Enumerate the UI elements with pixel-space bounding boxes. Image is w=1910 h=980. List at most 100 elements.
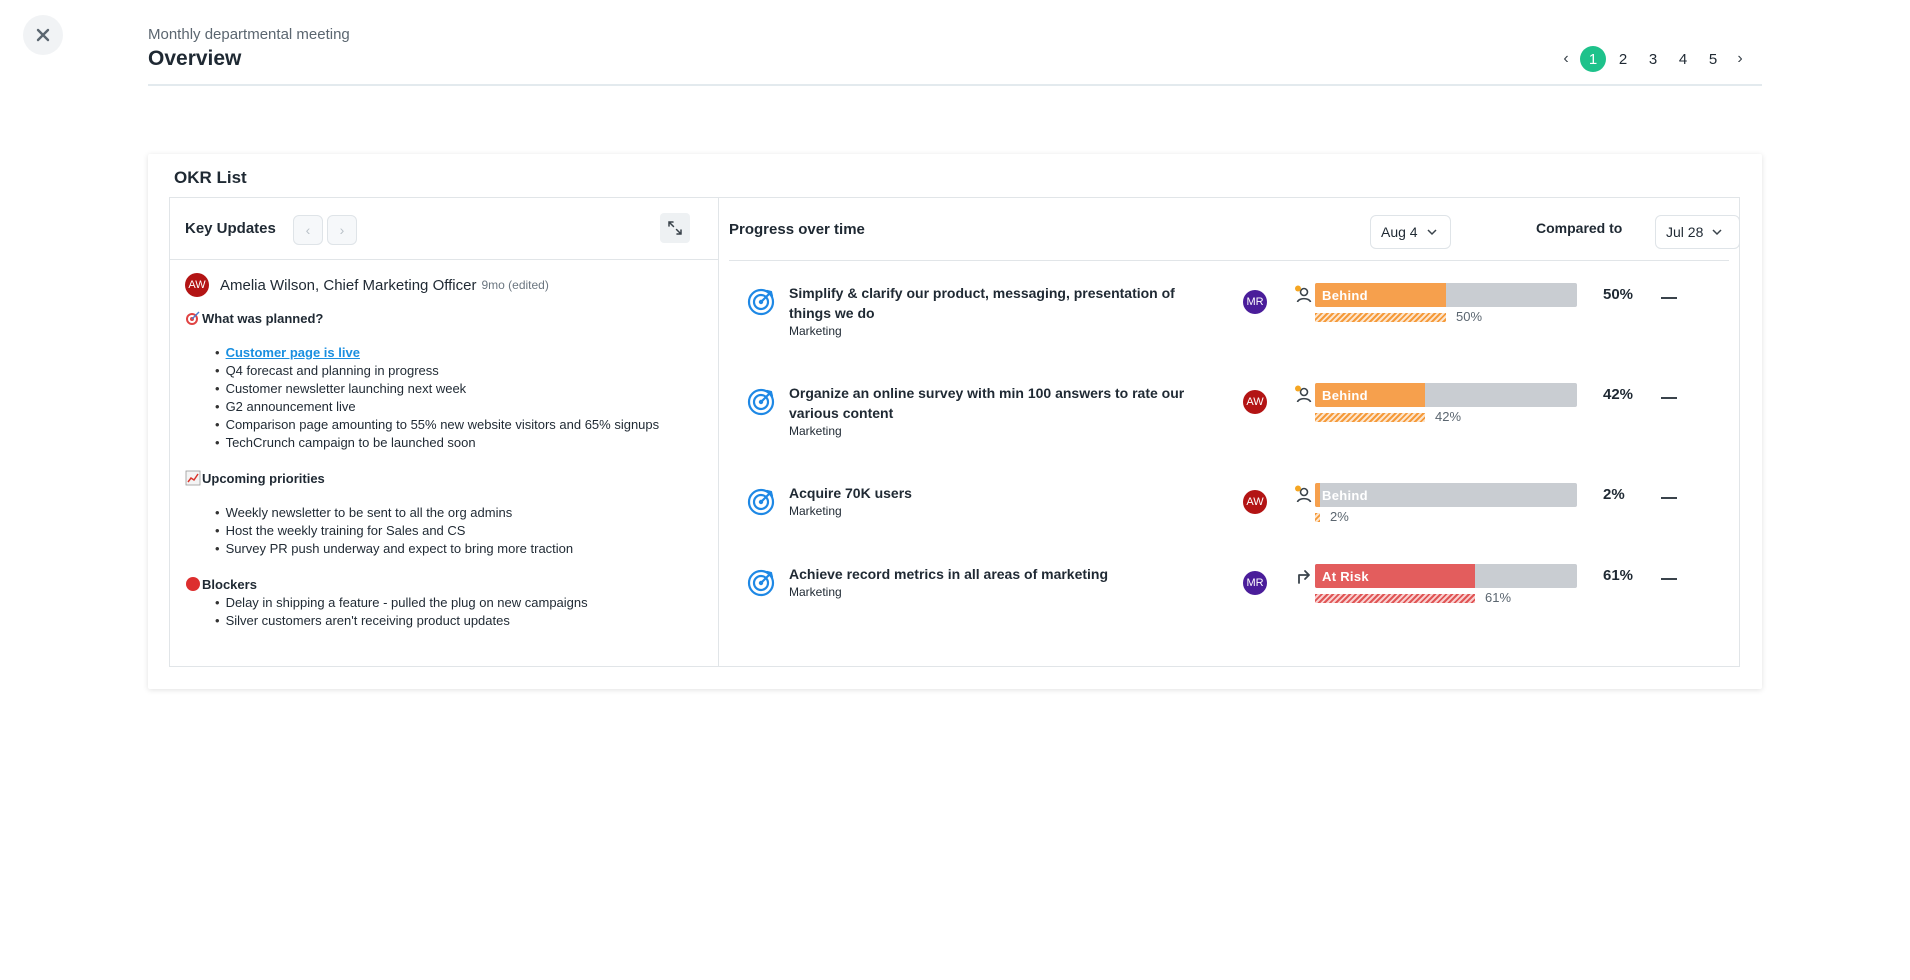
planned-list: Customer page is live Q4 forecast and pl… xyxy=(185,344,705,452)
compare-date-select[interactable]: Jul 28 xyxy=(1655,215,1740,249)
progress-value: 42% xyxy=(1603,386,1634,403)
previous-progress-value: 2% xyxy=(1330,509,1349,524)
status-badge: Behind xyxy=(1322,488,1368,503)
key-updates-next-button[interactable]: › xyxy=(327,215,357,245)
page-title: Overview xyxy=(148,47,242,70)
section-planned-title: What was planned? xyxy=(185,310,705,326)
progress-header: Progress over time Aug 4 Compared to Jul… xyxy=(729,198,1740,261)
pagination-page-3[interactable]: 3 xyxy=(1638,46,1668,72)
progress-fill xyxy=(1315,483,1320,507)
list-item: Survey PR push underway and expect to br… xyxy=(215,540,705,558)
okr-title[interactable]: Organize an online survey with min 100 a… xyxy=(789,383,1209,440)
key-update-body: AW Amelia Wilson, Chief Marketing Office… xyxy=(170,260,718,665)
okr-row[interactable]: Achieve record metrics in all areas of m… xyxy=(719,564,1739,624)
target-icon xyxy=(747,488,775,516)
pagination-page-5[interactable]: 5 xyxy=(1698,46,1728,72)
blockers-list: Delay in shipping a feature - pulled the… xyxy=(185,594,705,630)
target-icon xyxy=(747,288,775,316)
progress-track: Behind xyxy=(1315,283,1577,307)
page-header: Monthly departmental meeting Overview ‹ … xyxy=(148,26,1762,86)
progress-panel: Progress over time Aug 4 Compared to Jul… xyxy=(719,198,1740,666)
update-author: AW Amelia Wilson, Chief Marketing Office… xyxy=(185,273,549,297)
pagination-page-4[interactable]: 4 xyxy=(1668,46,1698,72)
customer-page-link[interactable]: Customer page is live xyxy=(226,345,360,360)
okr-row[interactable]: Acquire 70K users Marketing AW Behind 2% 2% xyxy=(719,483,1739,543)
update-content: What was planned? Customer page is live … xyxy=(185,310,705,630)
progress-label: Progress over time xyxy=(729,221,865,238)
previous-progress: 50% xyxy=(1315,309,1577,327)
chevron-down-icon xyxy=(1712,229,1722,236)
chevron-down-icon xyxy=(1427,229,1437,236)
previous-progress: 61% xyxy=(1315,590,1577,608)
change-indicator xyxy=(1661,578,1677,580)
progress-value: 61% xyxy=(1603,567,1634,584)
chart-up-emoji-icon xyxy=(185,470,201,486)
avatar: AW xyxy=(185,273,209,297)
change-indicator xyxy=(1661,497,1677,499)
update-time: 9mo (edited) xyxy=(481,278,549,292)
status-badge: At Risk xyxy=(1322,569,1369,584)
avatar: AW xyxy=(1243,390,1267,414)
target-icon xyxy=(747,569,775,597)
progress-value: 50% xyxy=(1603,286,1634,303)
compared-to-label: Compared to xyxy=(1536,220,1623,236)
pagination-page-1[interactable]: 1 xyxy=(1578,46,1608,72)
avatar: MR xyxy=(1243,290,1267,314)
list-item: G2 announcement live xyxy=(215,398,705,416)
okr-list-panel: Key Updates ‹ › AW Amelia Wilson, Chief … xyxy=(169,197,1740,667)
progress-bar: Behind 50% xyxy=(1315,283,1577,327)
close-button[interactable] xyxy=(23,15,63,55)
key-updates-prev-button[interactable]: ‹ xyxy=(293,215,323,245)
pagination-prev-button[interactable]: ‹ xyxy=(1554,46,1578,72)
okr-team: Marketing xyxy=(789,424,842,438)
status-badge: Behind xyxy=(1322,388,1368,403)
progress-track: At Risk xyxy=(1315,564,1577,588)
list-item: Customer newsletter launching next week xyxy=(215,380,705,398)
pagination-next-button[interactable]: › xyxy=(1728,46,1752,72)
avatar: MR xyxy=(1243,571,1267,595)
previous-progress-fill xyxy=(1315,594,1475,603)
previous-progress-fill xyxy=(1315,413,1425,422)
okr-row[interactable]: Simplify & clarify our product, messagin… xyxy=(719,283,1739,343)
pagination: ‹ 1 2 3 4 5 › xyxy=(1554,46,1752,72)
date-select[interactable]: Aug 4 xyxy=(1370,215,1451,249)
list-item: Delay in shipping a feature - pulled the… xyxy=(215,594,705,612)
key-updates-header: Key Updates ‹ › xyxy=(170,198,718,260)
page-subtitle: Monthly departmental meeting xyxy=(148,26,350,43)
okr-team: Marketing xyxy=(789,585,842,599)
section-blockers-title: Blockers xyxy=(185,576,705,592)
previous-progress-value: 50% xyxy=(1456,309,1483,324)
okr-title[interactable]: Acquire 70K users Marketing xyxy=(789,483,1209,520)
user-alert-icon xyxy=(1295,385,1312,403)
upcoming-list: Weekly newsletter to be sent to all the … xyxy=(185,504,705,558)
progress-bar: Behind 2% xyxy=(1315,483,1577,527)
okr-list-title: OKR List xyxy=(174,168,247,187)
okr-team: Marketing xyxy=(789,324,842,338)
progress-value: 2% xyxy=(1603,486,1625,503)
change-indicator xyxy=(1661,297,1677,299)
progress-track: Behind xyxy=(1315,483,1577,507)
previous-progress: 2% xyxy=(1315,509,1577,527)
expand-button[interactable] xyxy=(660,213,690,243)
avatar: AW xyxy=(1243,490,1267,514)
target-icon xyxy=(747,388,775,416)
list-item: Weekly newsletter to be sent to all the … xyxy=(215,504,705,522)
list-item: Comparison page amounting to 55% new web… xyxy=(215,416,705,434)
list-item: Q4 forecast and planning in progress xyxy=(215,362,705,380)
arrow-turn-icon xyxy=(1298,570,1310,584)
previous-progress-value: 61% xyxy=(1485,590,1512,605)
previous-progress-value: 42% xyxy=(1435,409,1462,424)
okr-title[interactable]: Simplify & clarify our product, messagin… xyxy=(789,283,1209,340)
progress-bar: At Risk 61% xyxy=(1315,564,1577,608)
list-item: Silver customers aren't receiving produc… xyxy=(215,612,705,630)
okr-title[interactable]: Achieve record metrics in all areas of m… xyxy=(789,564,1209,601)
previous-progress-fill xyxy=(1315,313,1446,322)
previous-progress-fill xyxy=(1315,513,1320,522)
key-updates-panel: Key Updates ‹ › AW Amelia Wilson, Chief … xyxy=(170,198,719,666)
list-item: TechCrunch campaign to be launched soon xyxy=(215,434,705,452)
user-alert-icon xyxy=(1295,285,1312,303)
section-upcoming-title: Upcoming priorities xyxy=(185,470,705,486)
pagination-page-2[interactable]: 2 xyxy=(1608,46,1638,72)
okr-row[interactable]: Organize an online survey with min 100 a… xyxy=(719,383,1739,443)
author-name: Amelia Wilson, Chief Marketing Officer xyxy=(220,276,477,294)
